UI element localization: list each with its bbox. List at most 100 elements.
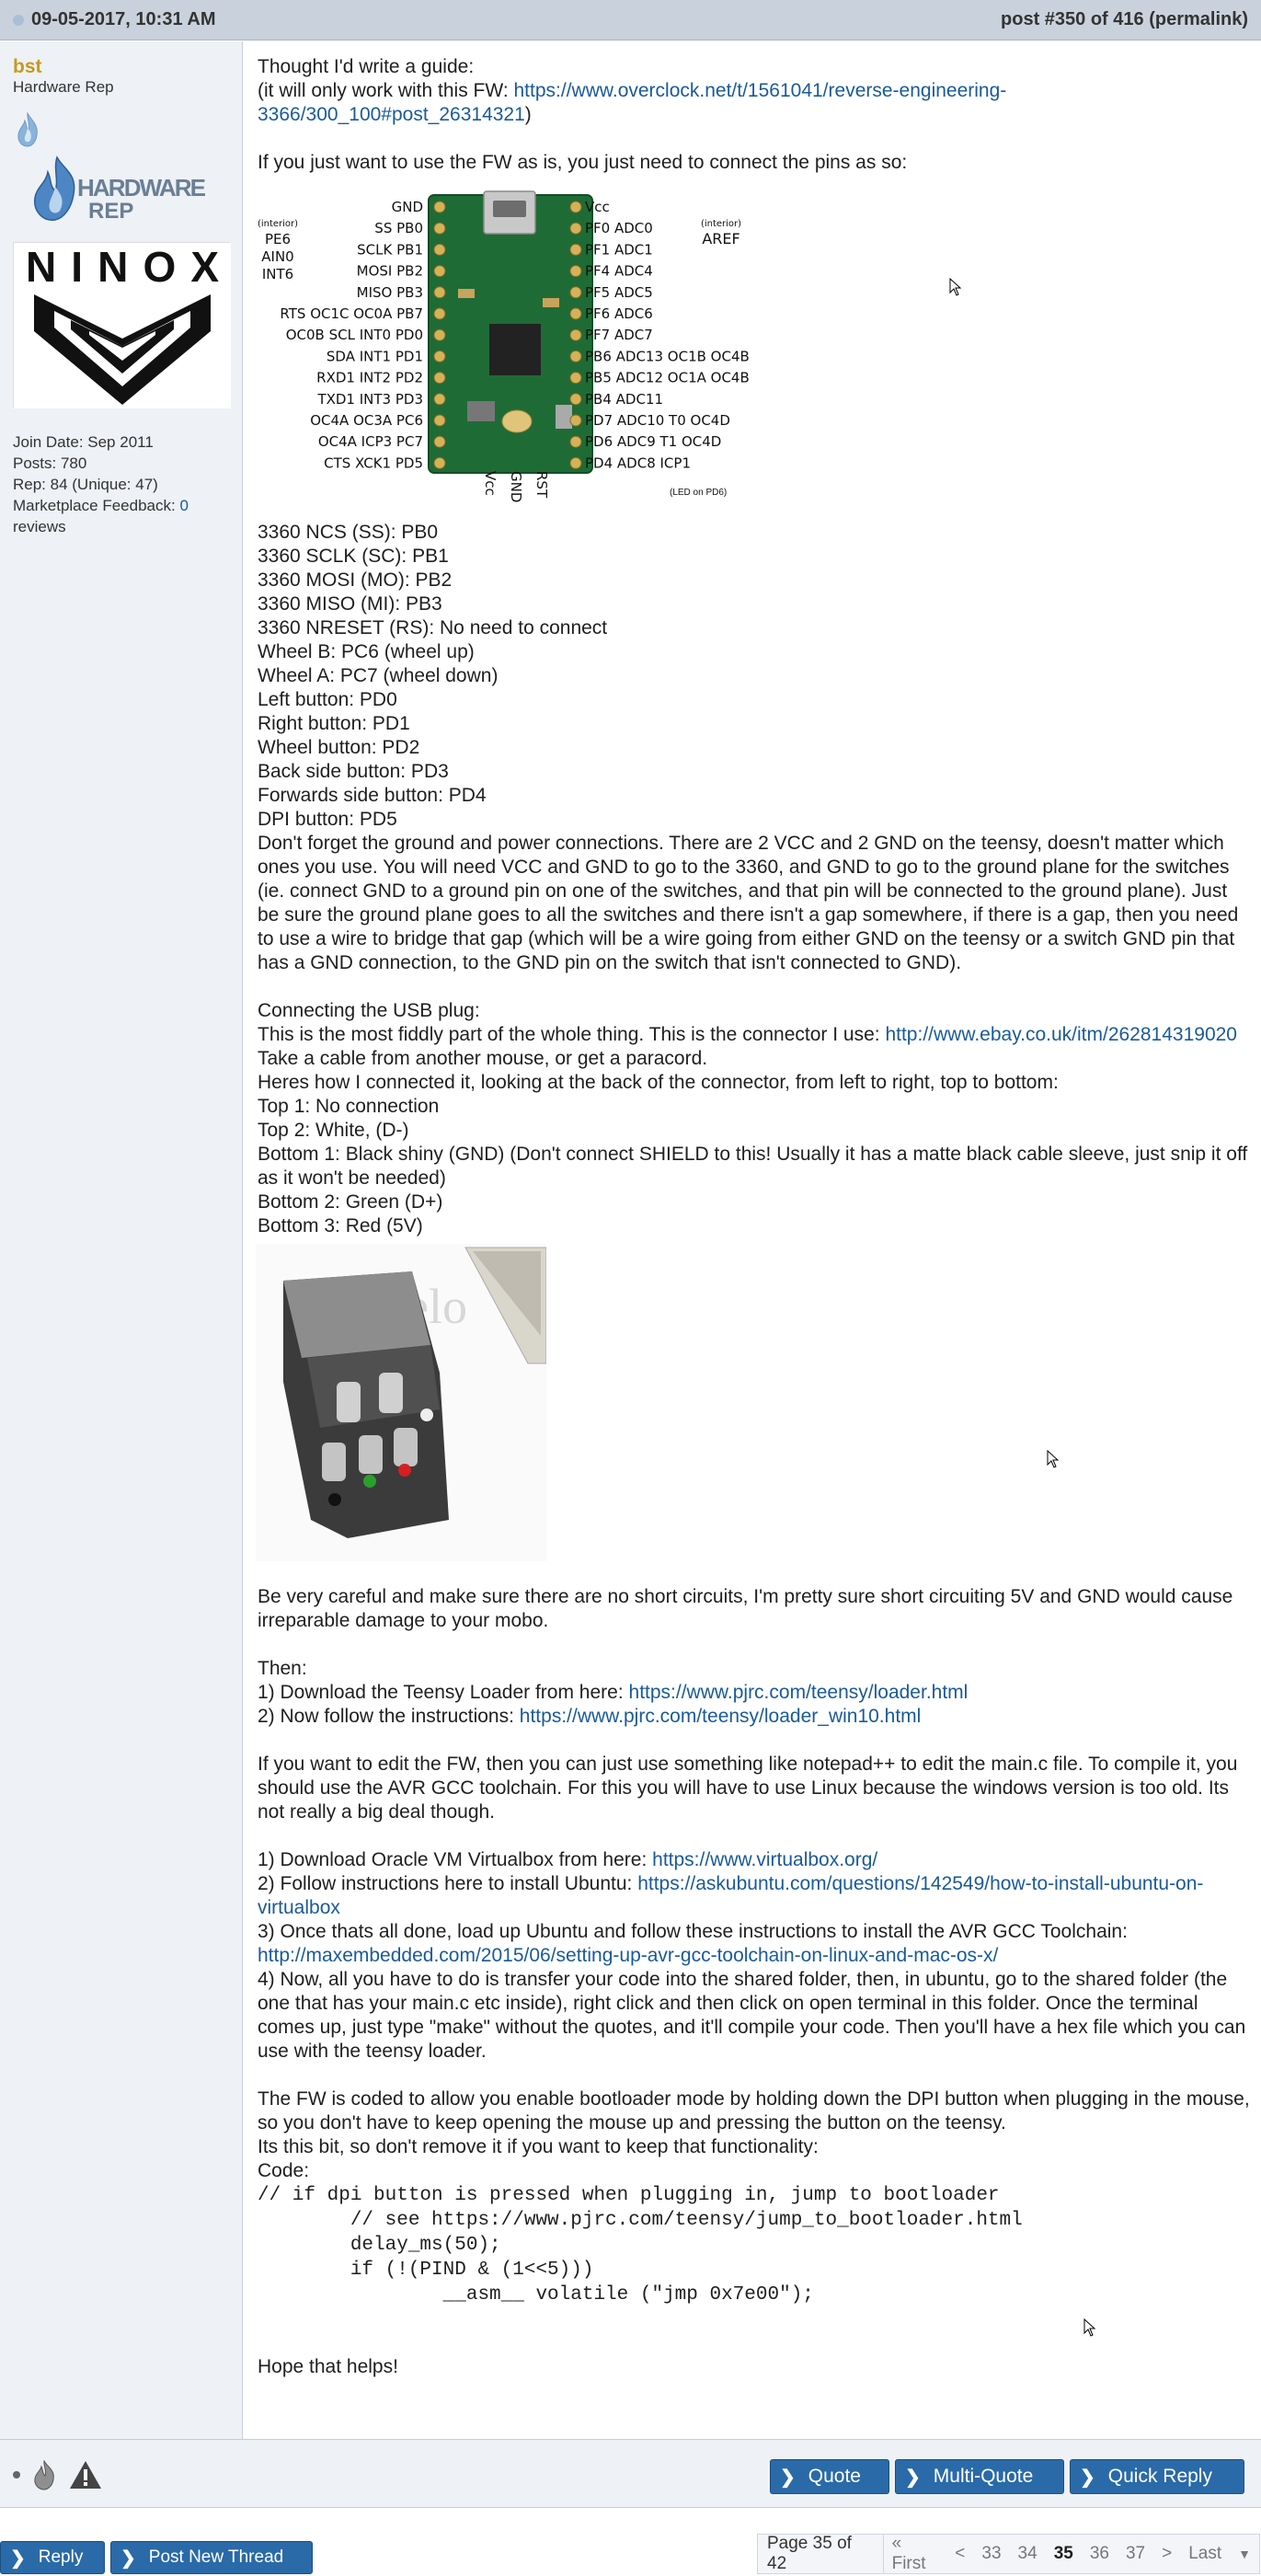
pin-label-left: MOSI PB2 — [357, 263, 423, 280]
chevron-right-icon: ❯ — [10, 2547, 26, 2569]
pin-assignment: 3360 SCLK (SC): PB1 — [258, 546, 449, 567]
pin-label-left: RTS OC1C OC0A PB7 — [280, 305, 423, 322]
page-link[interactable]: 35 — [1046, 2544, 1082, 2564]
report-post-icon[interactable] — [68, 2459, 103, 2490]
ebay-connector-link[interactable]: http://www.ebay.co.uk/itm/262814319020 — [885, 1024, 1237, 1045]
chevron-right-icon: ❯ — [120, 2547, 136, 2569]
microcontroller-chip — [489, 324, 541, 375]
pin-label-right: PF1 ADC1 — [585, 241, 653, 258]
last-page-link[interactable]: Last — [1180, 2544, 1230, 2564]
first-page-link[interactable]: « First — [884, 2534, 947, 2574]
pin-pad — [433, 328, 446, 341]
pin-pad — [569, 372, 582, 385]
pin-assignment: 3360 MISO (MI): PB3 — [258, 593, 442, 615]
pin-pad — [433, 350, 446, 362]
user-stats: Join Date: Sep 2011 Posts: 780 Rep: 84 (… — [13, 431, 234, 537]
pin-pad — [569, 435, 582, 448]
prev-page-link[interactable]: < — [946, 2544, 973, 2564]
join-date: Join Date: Sep 2011 — [13, 433, 154, 451]
pin-pad — [569, 265, 582, 278]
usb-wiring-line: Top 2: White, (D-) — [258, 1120, 409, 1141]
connect-pins-text: If you just want to use the FW as is, yo… — [258, 152, 908, 173]
usb-wiring-list: Take a cable from another mouse, or get … — [258, 1047, 1251, 1238]
pin-assignment: 3360 NRESET (RS): No need to connect — [258, 617, 608, 638]
post-footer: ❯ Quote ❯ Multi-Quote ❯ Quick Reply — [0, 2439, 1261, 2508]
pin-label-right: PF0 ADC0 — [585, 220, 653, 236]
vm-step-2: 2) Follow instructions here to install U… — [258, 1873, 1204, 1918]
mouse-cursor-icon — [1047, 1450, 1060, 1468]
pin-pad — [569, 414, 582, 427]
user-avatar[interactable]: NINOX — [13, 242, 231, 408]
page-link[interactable]: 36 — [1082, 2544, 1118, 2564]
usb-wiring-line: Bottom 2: Green (D+) — [258, 1191, 443, 1213]
page-link[interactable]: 34 — [1010, 2544, 1046, 2564]
page-link[interactable]: 33 — [973, 2544, 1009, 2564]
quote-button[interactable]: ❯ Quote — [770, 2459, 889, 2494]
pin-label-left: RXD1 INT2 PD2 — [316, 370, 423, 386]
quick-reply-button[interactable]: ❯ Quick Reply — [1070, 2459, 1244, 2494]
closing-text: Hope that helps! — [258, 2356, 398, 2377]
pin-assignment: Wheel A: PC7 (wheel down) — [258, 665, 499, 686]
then-label: Then: — [258, 1658, 307, 1679]
page-link[interactable]: 37 — [1118, 2544, 1153, 2564]
post-number-link[interactable]: post #350 of 416 (permalink) — [1001, 9, 1248, 30]
usb-plug-photo: mmelo — [256, 1244, 547, 1561]
reputation: Rep: 84 (Unique: 47) — [13, 476, 158, 493]
pin-pad — [569, 307, 582, 320]
post-new-thread-button[interactable]: ❯ Post New Thread — [110, 2541, 313, 2574]
hardware-rep-icon — [34, 2459, 54, 2490]
pin-pad — [433, 435, 446, 448]
marketplace-feedback-link[interactable]: 0 — [179, 497, 188, 514]
next-page-link[interactable]: > — [1153, 2544, 1180, 2564]
pin-assignment: 3360 MOSI (MO): PB2 — [258, 569, 453, 591]
teensy-pinout-diagram: GND SS PB0 SCLK PB1 MOSI PB2 MISO PB3 RTS OC1… — [258, 188, 767, 502]
marketplace-reviews-label: reviews — [13, 518, 66, 535]
mouse-cursor-icon — [1083, 2318, 1096, 2337]
pin-pad — [569, 328, 582, 341]
post-status-icon — [13, 14, 24, 26]
post-header: 09-05-2017, 10:31 AM post #350 of 416 (p… — [0, 0, 1261, 40]
pagination: Page 35 of 42 « First < 33 34 35 36 37 > Las… — [757, 2534, 1260, 2574]
led-note: (LED on PD6) — [670, 488, 727, 498]
ground-note: Don't forget the ground and power connec… — [258, 833, 1239, 973]
marketplace-feedback: Marketplace Feedback: 0 — [13, 497, 189, 514]
user-title: Hardware Rep — [13, 78, 114, 96]
interior-label-left: (interior) — [258, 219, 298, 229]
pin-assignment: Forwards side button: PD4 — [258, 785, 487, 806]
pin-pad — [433, 372, 446, 385]
step-1: 1) Download the Teensy Loader from here:… — [258, 1682, 969, 1703]
interior-label-left: PE6 — [265, 231, 291, 247]
step-2: 2) Now follow the instructions: https://… — [258, 1706, 922, 1727]
edit-fw-text: If you want to edit the FW, then you can… — [258, 1754, 1238, 1823]
flame-rank-icon — [17, 111, 38, 147]
pin-assignment: Wheel B: PC6 (wheel up) — [258, 641, 475, 662]
usb-wiring-line: Bottom 1: Black shiny (GND) (Don't conne… — [258, 1144, 1248, 1189]
pin-label-right: PD7 ADC10 T0 OC4D — [585, 412, 730, 429]
pin-label-left: OC4A OC3A PC6 — [310, 412, 423, 429]
reply-button[interactable]: ❯ Reply — [0, 2541, 105, 2574]
pin-pad — [433, 414, 446, 427]
pin-pad — [569, 350, 582, 362]
teensy-loader-link[interactable]: https://www.pjrc.com/teensy/loader.html — [629, 1682, 969, 1703]
username-link[interactable]: bst — [13, 56, 42, 78]
interior-label-right: (interior) — [701, 219, 741, 229]
maxembedded-link[interactable]: http://maxembedded.com/2015/06/setting-u… — [258, 1945, 998, 1966]
bootloader-text: The FW is coded to allow you enable boot… — [258, 2088, 1250, 2133]
interior-label-left: AIN0 — [261, 248, 293, 265]
usb-wiring-line: Take a cable from another mouse, or get … — [258, 1048, 708, 1069]
usb-connector-line: This is the most fiddly part of the whol… — [258, 1024, 1237, 1045]
pin-label-left: SS PB0 — [374, 220, 423, 236]
hardware-rep-logo: HARDWARE REP — [34, 155, 206, 224]
svg-text:REP: REP — [88, 199, 133, 224]
post-footer-icons — [13, 2458, 103, 2491]
multi-quote-button[interactable]: ❯ Multi-Quote — [895, 2459, 1064, 2494]
virtualbox-link[interactable]: https://www.virtualbox.org/ — [652, 1849, 877, 1870]
interior-label-right: AREF — [702, 230, 739, 247]
pin-label-right: PB6 ADC13 OC1B OC4B — [585, 348, 750, 364]
intro-line: Thought I'd write a guide: — [258, 56, 475, 77]
pin-assignment: DPI button: PD5 — [258, 809, 397, 830]
pin-pad — [433, 243, 446, 256]
loader-win10-link[interactable]: https://www.pjrc.com/teensy/loader_win10… — [520, 1706, 922, 1727]
usb-wiring-line: Bottom 3: Red (5V) — [258, 1215, 423, 1236]
pager-dropdown-icon[interactable]: ▼ — [1230, 2547, 1259, 2561]
